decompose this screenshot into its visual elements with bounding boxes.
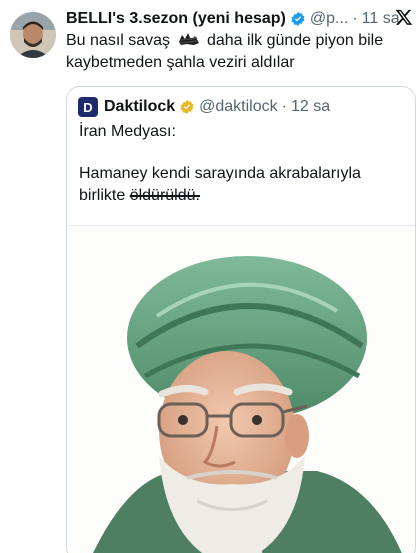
tweet-text-part: daha ilk günde piyon bile xyxy=(206,32,384,49)
struck-text: öldürüldü. xyxy=(129,187,200,204)
tweet-text-line: kaybetmeden şahla veziri aldılar xyxy=(66,54,295,71)
quoted-timestamp[interactable]: 12 sa xyxy=(291,98,330,116)
quoted-tweet[interactable]: D Daktilock @daktilock · 12 sa İran Medy… xyxy=(66,86,416,553)
tweet-text-part: Bu nasıl savaş xyxy=(66,32,171,49)
quoted-author-name[interactable]: Daktilock xyxy=(104,98,175,116)
author-handle[interactable]: @p... xyxy=(310,10,348,28)
tweet-header: BELLI's 3.sezon (yeni hesap) @p... · 11 … xyxy=(66,8,400,30)
tweet-text: Bu nasıl savaş daha ilk günde piyon bile… xyxy=(66,30,410,74)
verified-badge-icon xyxy=(291,12,305,26)
timestamp[interactable]: 11 sa xyxy=(362,10,400,28)
tweet[interactable]: BELLI's 3.sezon (yeni hesap) @p... · 11 … xyxy=(0,0,420,553)
x-logo-icon[interactable] xyxy=(395,8,413,26)
quoted-tweet-image[interactable] xyxy=(67,225,415,553)
quoted-tweet-text: İran Medyası: Hamaney kendi sarayında ak… xyxy=(79,121,399,207)
verified-badge-icon xyxy=(180,100,194,114)
separator-dot: · xyxy=(281,98,287,115)
quoted-avatar[interactable]: D xyxy=(78,97,98,117)
quoted-text-line: İran Medyası: xyxy=(79,123,176,140)
quoted-tweet-header: D Daktilock @daktilock · 12 sa xyxy=(78,96,330,118)
author-name[interactable]: BELLI's 3.sezon (yeni hesap) xyxy=(66,10,286,28)
quoted-text-part: birlikte xyxy=(79,187,126,204)
quoted-author-handle[interactable]: @daktilock xyxy=(199,98,278,116)
separator-dot: · xyxy=(352,10,358,27)
redacted-emoji-icon xyxy=(178,33,199,45)
quoted-text-line: Hamaney kendi sarayında akrabalarıyla xyxy=(79,165,361,182)
avatar[interactable] xyxy=(10,12,56,58)
